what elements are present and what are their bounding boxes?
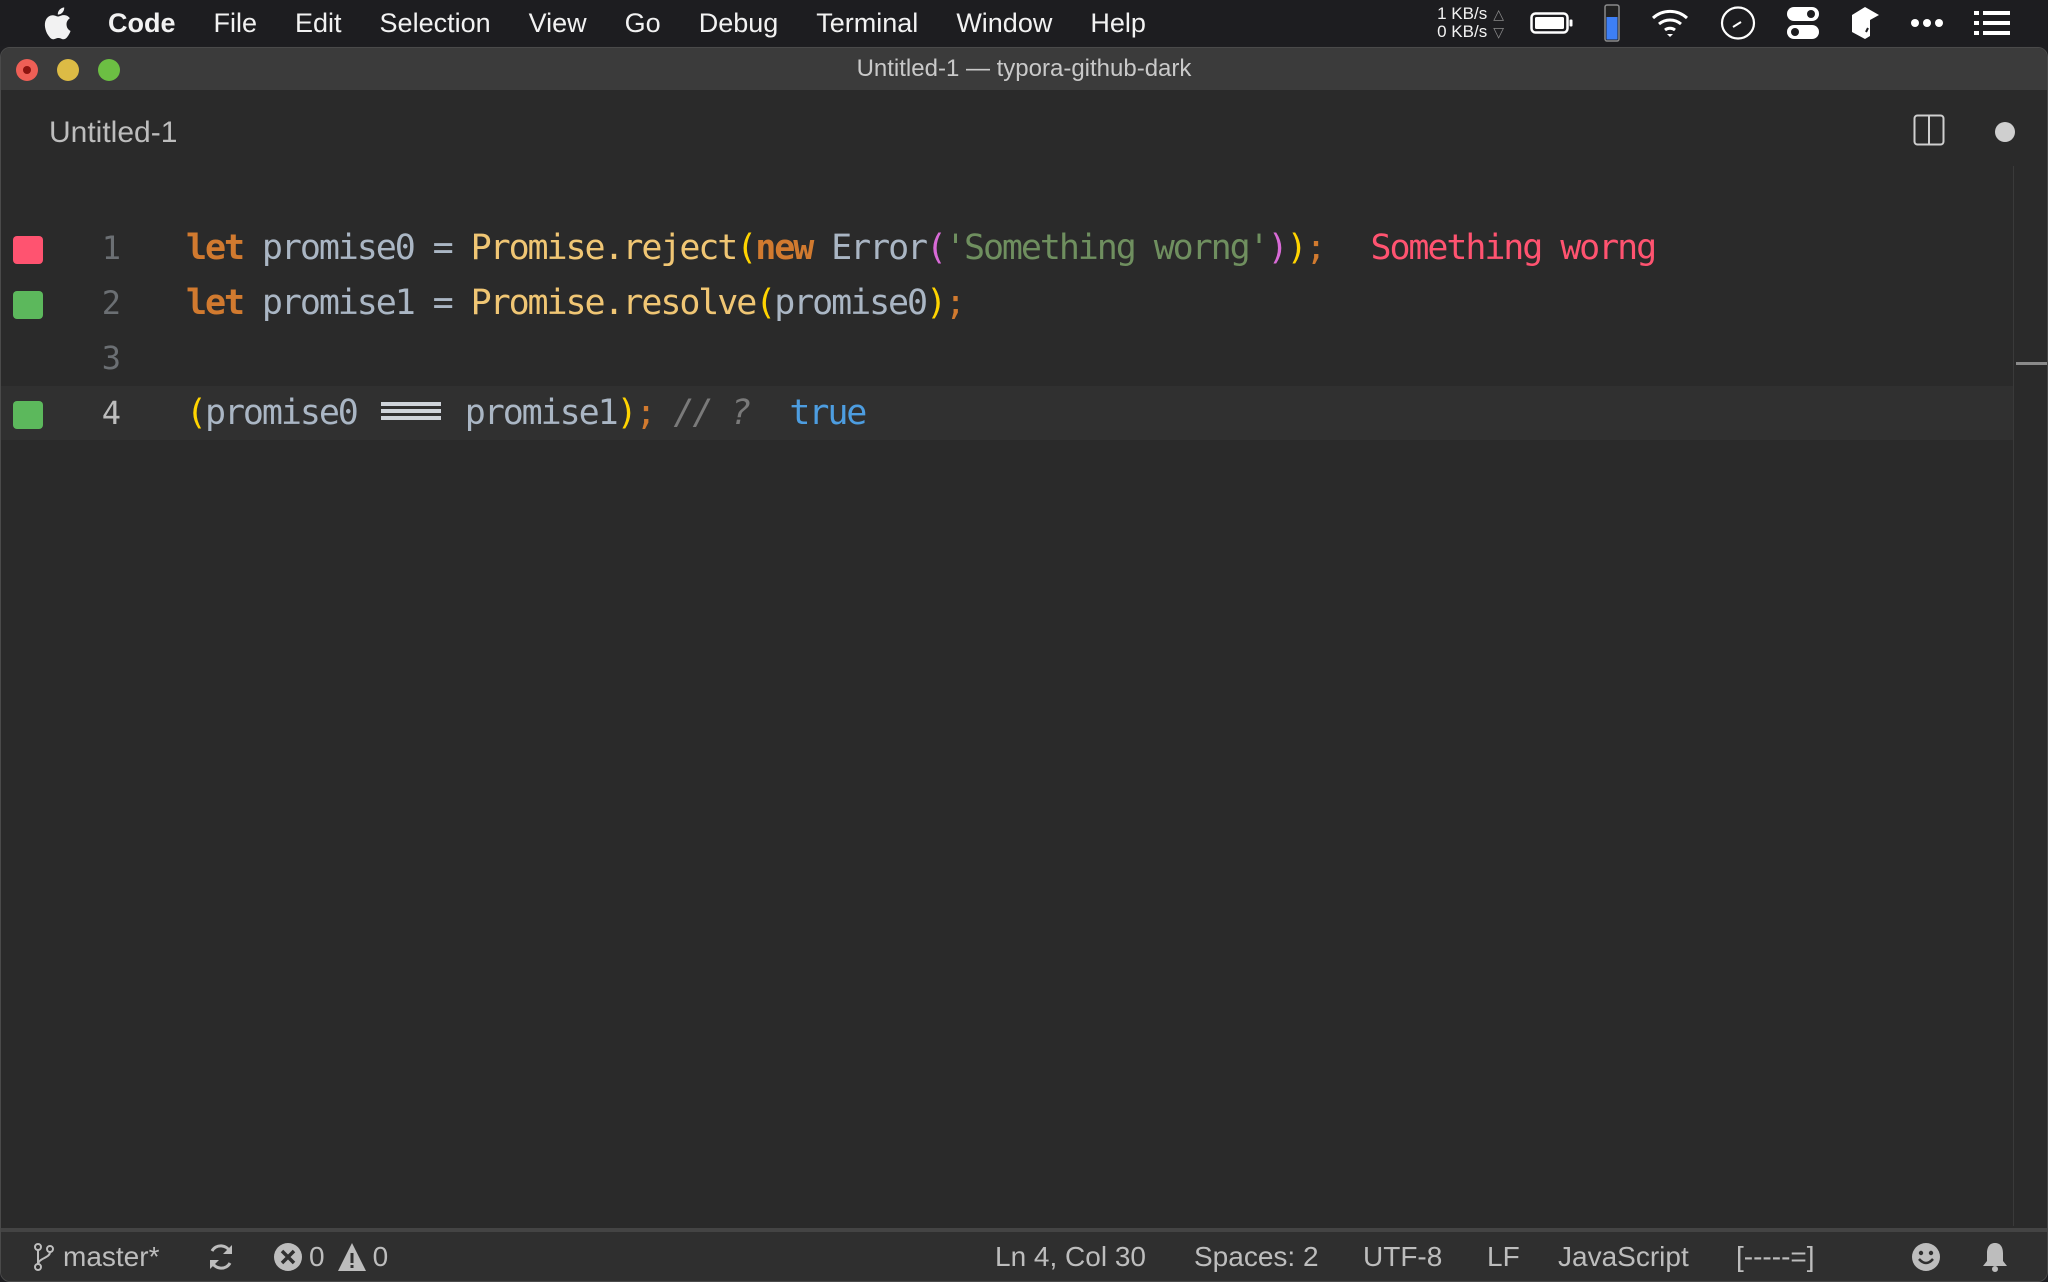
network-speed[interactable]: 1 KB/s 0 KB/s	[1437, 5, 1487, 41]
menu-selection[interactable]: Selection	[380, 8, 491, 39]
quokka-error-marker	[13, 236, 43, 264]
split-editor-icon[interactable]	[1913, 114, 1945, 146]
apple-logo-icon[interactable]	[42, 6, 72, 40]
close-window-button[interactable]	[16, 59, 38, 81]
toggles-icon[interactable]	[1786, 6, 1820, 40]
code-editor[interactable]: 1 let promise0 = Promise.reject(new Erro…	[1, 166, 2013, 1226]
eol-setting[interactable]: LF	[1487, 1232, 1520, 1281]
menu-view[interactable]: View	[529, 8, 587, 39]
code-line-2[interactable]: 2 let promise1 = Promise.resolve(promise…	[1, 276, 2013, 330]
menu-window[interactable]: Window	[956, 8, 1052, 39]
git-branch-label: master*	[63, 1240, 160, 1272]
maximize-window-button[interactable]	[98, 59, 120, 81]
sync-button[interactable]	[207, 1232, 235, 1281]
editor-tab-bar: Untitled-1	[1, 90, 2047, 166]
code-text: (promise0 promise1); // ? true	[186, 393, 867, 433]
vscode-window: Untitled-1 — typora-github-dark Untitled…	[0, 47, 2048, 1282]
encoding-setting[interactable]: UTF-8	[1363, 1232, 1442, 1281]
more-icon[interactable]	[1910, 18, 1944, 28]
menu-edit[interactable]: Edit	[295, 8, 342, 39]
language-mode[interactable]: JavaScript	[1558, 1232, 1689, 1281]
menu-app-code[interactable]: Code	[108, 8, 176, 39]
window-title: Untitled-1 — typora-github-dark	[856, 55, 1192, 82]
error-icon	[274, 1242, 302, 1271]
unsaved-changes-dot-icon[interactable]	[1995, 122, 2015, 142]
menu-terminal[interactable]: Terminal	[816, 8, 918, 39]
tab-untitled-1[interactable]: Untitled-1	[49, 116, 177, 150]
line-number: 3	[101, 339, 121, 377]
cursor-position[interactable]: Ln 4, Col 30	[995, 1232, 1146, 1281]
net-up-speed: 1 KB/s	[1437, 4, 1488, 23]
list-icon[interactable]	[1974, 10, 2010, 36]
battery-icon[interactable]	[1530, 11, 1574, 35]
wifi-icon[interactable]	[1650, 7, 1690, 39]
menu-bar-tray: 1 KB/s 0 KB/s △ ▽	[1437, 0, 2048, 46]
feedback-button[interactable]	[1911, 1232, 1941, 1281]
cursor-position-mark	[2016, 362, 2047, 365]
problems-button[interactable]: 0 0	[273, 1232, 388, 1281]
menu-go[interactable]: Go	[625, 8, 661, 39]
code-line-4-current[interactable]: 4 (promise0 promise1); // ? true	[1, 386, 2013, 440]
minimize-window-button[interactable]	[57, 59, 79, 81]
warning-icon	[337, 1242, 366, 1271]
smiley-icon	[1912, 1242, 1940, 1271]
status-bar: master* 0 0 Ln 4, Col 30 Spaces: 2 UTF-8…	[1, 1228, 2047, 1281]
git-branch-button[interactable]: master*	[33, 1232, 159, 1281]
net-down-speed: 0 KB/s	[1437, 22, 1488, 41]
clock-icon[interactable]	[1720, 6, 1756, 40]
sync-icon	[210, 1243, 232, 1270]
battery-level-icon[interactable]	[1604, 4, 1620, 42]
cube-icon[interactable]	[1850, 6, 1880, 40]
code-line-1[interactable]: 1 let promise0 = Promise.reject(new Erro…	[1, 221, 2013, 275]
menu-file[interactable]: File	[214, 8, 258, 39]
git-branch-icon	[34, 1242, 54, 1271]
quokka-progress-indicator[interactable]: [-----=]	[1736, 1232, 1815, 1281]
code-line-3[interactable]: 3	[1, 331, 2013, 385]
notifications-button[interactable]	[1981, 1232, 2009, 1281]
warning-count: 0	[372, 1240, 389, 1272]
indentation-setting[interactable]: Spaces: 2	[1194, 1232, 1319, 1281]
line-number: 4	[101, 394, 121, 432]
overview-ruler-scrollbar[interactable]	[2013, 166, 2047, 1226]
menu-help[interactable]: Help	[1090, 8, 1146, 39]
title-bar: Untitled-1 — typora-github-dark	[1, 48, 2047, 90]
strict-equality-ligature	[380, 402, 441, 420]
error-count: 0	[309, 1240, 325, 1272]
code-text: let promise0 = Promise.reject(new Error(…	[186, 228, 1657, 268]
line-number: 2	[101, 284, 121, 322]
bell-icon	[1983, 1242, 2007, 1272]
code-text: let promise1 = Promise.resolve(promise0)…	[186, 283, 966, 323]
quokka-ok-marker	[13, 291, 43, 319]
inline-error-value: Something worng	[1370, 228, 1657, 268]
menu-debug[interactable]: Debug	[699, 8, 779, 39]
line-number: 1	[101, 229, 121, 267]
net-arrows-icon: △ ▽	[1493, 6, 1504, 40]
inline-result-value: true	[789, 393, 867, 433]
macos-menu-bar: Code File Edit Selection View Go Debug T…	[0, 0, 2048, 46]
quokka-ok-marker	[13, 401, 43, 429]
